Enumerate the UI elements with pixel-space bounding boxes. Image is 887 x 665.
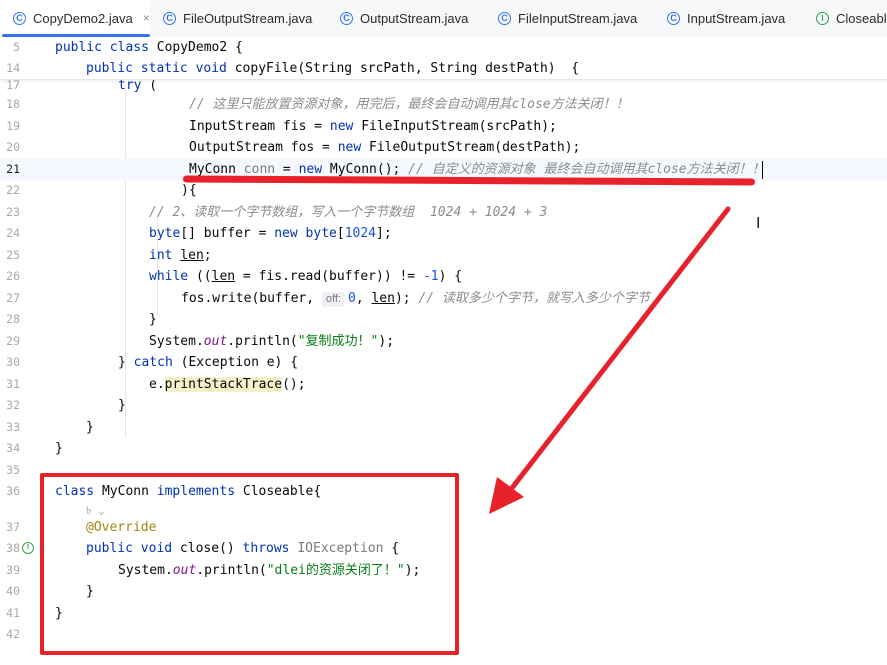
- annotation-arrow: [489, 206, 731, 514]
- tab-label: InputStream.java: [687, 10, 786, 26]
- mouse-cursor-icon: I: [756, 214, 761, 232]
- tab-label: FileOutputStream.java: [183, 10, 313, 26]
- tab-copydemo2[interactable]: C CopyDemo2.java ×: [0, 0, 150, 37]
- tab-label: Closeable: [836, 10, 887, 26]
- editor-tab-bar: C CopyDemo2.java × C FileOutputStream.ja…: [0, 0, 887, 38]
- class-icon: C: [498, 11, 511, 25]
- class-icon: C: [163, 11, 176, 25]
- tab-fileoutputstream[interactable]: C FileOutputStream.java: [163, 0, 312, 36]
- class-icon: C: [340, 11, 353, 25]
- tab-label: CopyDemo2.java: [33, 10, 133, 26]
- code-editor[interactable]: 17 try ( 18 // 这里只能放置资源对象，用完后，最终会自动调用其cl…: [0, 37, 887, 665]
- tab-label: OutputStream.java: [360, 10, 469, 26]
- tab-inputstream[interactable]: C InputStream.java: [667, 0, 785, 36]
- tab-closeable[interactable]: I Closeable: [816, 0, 887, 36]
- tab-fileinputstream[interactable]: C FileInputStream.java: [498, 0, 637, 36]
- tab-outputstream[interactable]: C OutputStream.java: [340, 0, 468, 36]
- interface-icon: I: [816, 11, 829, 25]
- close-icon[interactable]: ×: [143, 11, 150, 25]
- class-icon: C: [13, 11, 26, 25]
- class-icon: C: [667, 11, 680, 25]
- tab-label: FileInputStream.java: [518, 10, 638, 26]
